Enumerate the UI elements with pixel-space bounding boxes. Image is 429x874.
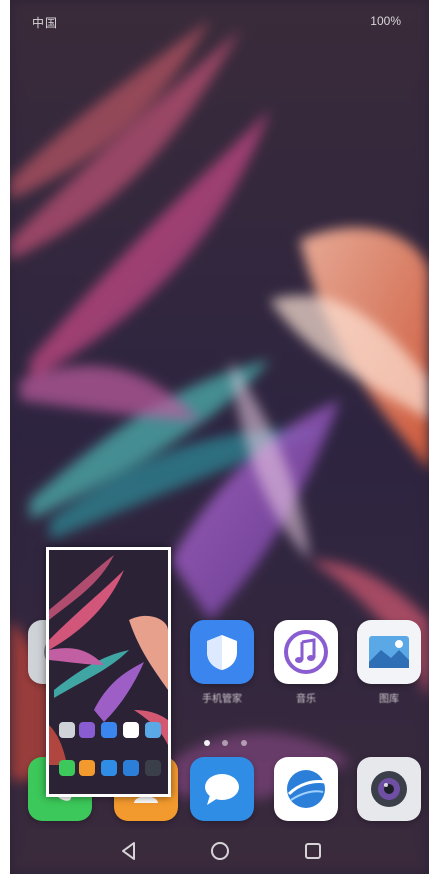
mini-settings-icon [59,722,75,738]
phone-screen: 中国 100% 设置 手机管家 音乐 图库 [10,0,429,874]
messages-app-icon[interactable] [190,757,254,821]
page-dot [240,740,247,746]
carrier-text: 中国 [32,16,59,30]
page-indicator [200,733,251,751]
screenshot-thumbnail[interactable] [46,547,171,797]
gallery-app-label: 图库 [379,694,399,705]
page-dot [222,740,229,746]
status-bar: 中国 100% [10,0,429,36]
mini-contacts-icon [79,760,95,776]
mini-phone-icon [59,760,75,776]
picture-icon [369,636,409,668]
thumbnail-wallpaper [49,550,168,794]
mini-messages-icon [101,760,117,776]
globe-icon [287,770,326,808]
camera-lens-icon [371,771,407,807]
mini-shield-icon [101,722,117,738]
back-triangle-icon[interactable] [118,840,140,862]
battery-text: 100% [370,14,401,28]
recents-square-icon[interactable] [302,840,324,862]
security-app-icon[interactable] [190,620,254,684]
security-app-label: 手机管家 [202,694,242,705]
music-app-label: 音乐 [296,694,316,705]
home-circle-icon[interactable] [209,840,231,862]
camera-app-icon[interactable] [357,757,421,821]
shield-icon [207,635,237,670]
music-note-icon [284,630,328,674]
mini-app-icon [79,722,95,738]
gallery-app-icon[interactable] [357,620,421,684]
mini-browser-icon [123,760,139,776]
mini-camera-icon [145,760,161,776]
page-dot [204,740,210,746]
music-app-icon[interactable] [274,620,338,684]
navigation-bar [10,822,429,874]
browser-app-icon[interactable] [274,757,338,821]
mini-music-icon [123,722,139,738]
chat-bubble-icon [205,774,239,805]
mini-gallery-icon [145,722,161,738]
